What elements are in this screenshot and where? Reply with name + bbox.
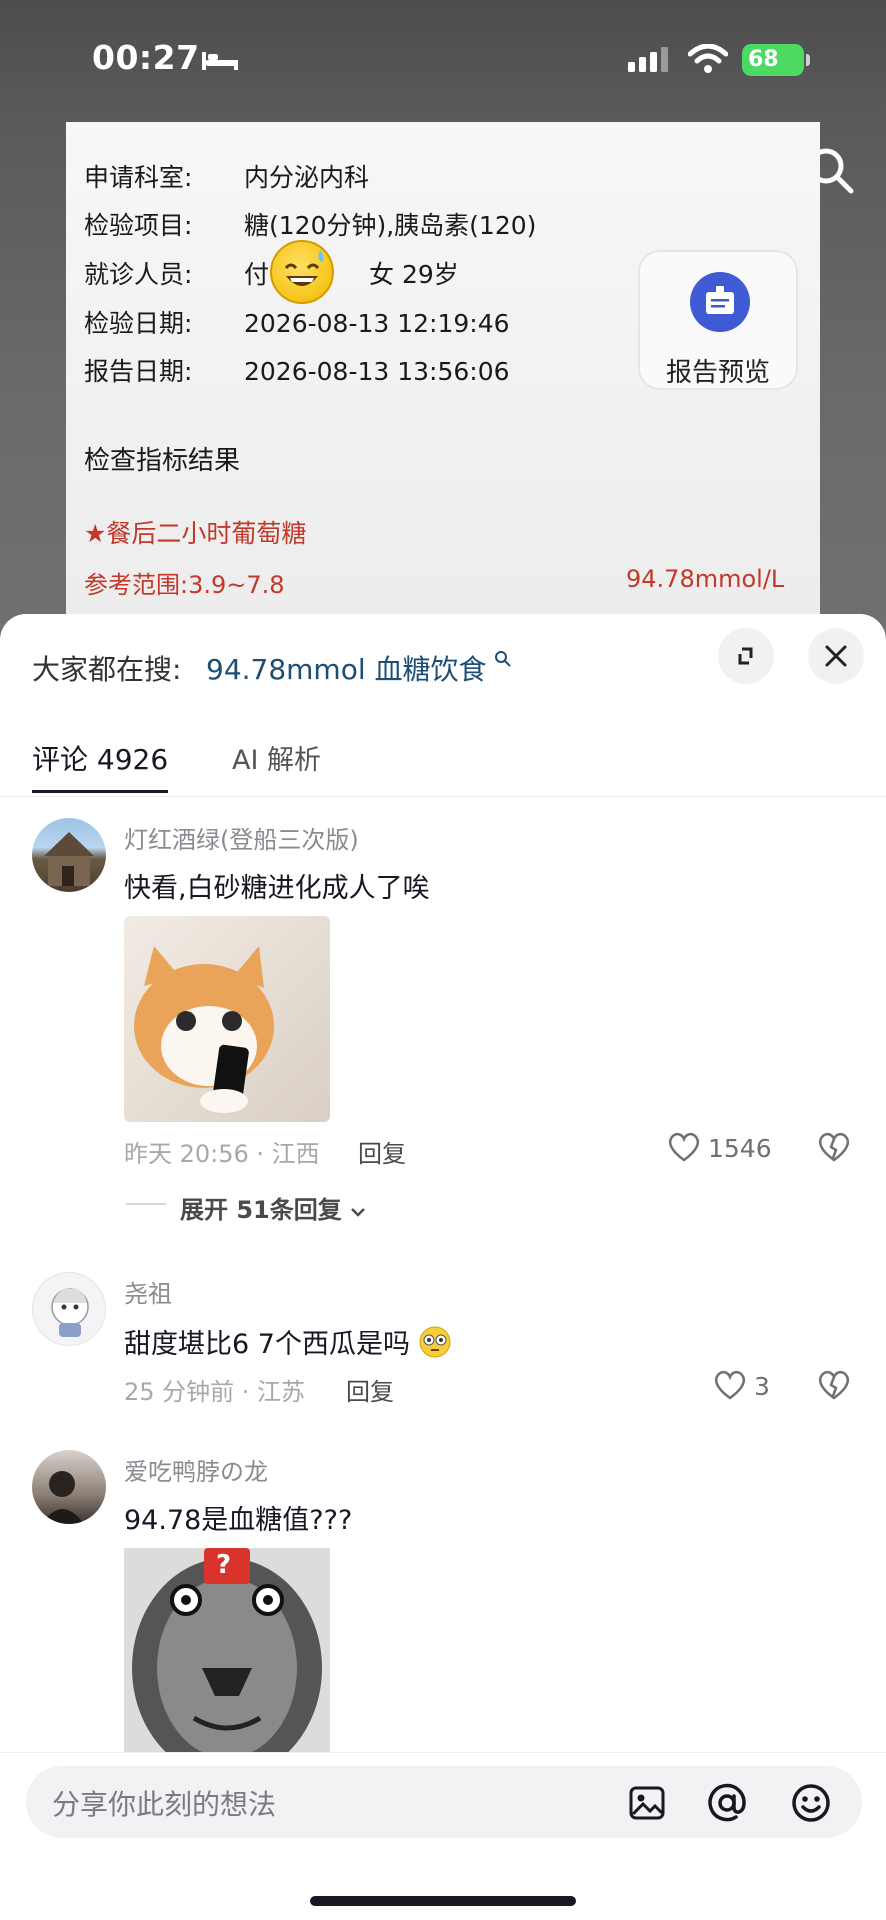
chevron-down-icon <box>351 1208 366 1217</box>
report-label: 报告日期: <box>84 357 193 386</box>
avatar[interactable] <box>32 1272 106 1346</box>
wifi-icon <box>688 44 728 73</box>
comment-image-cat[interactable] <box>124 916 330 1122</box>
report-label: 检验项目: <box>84 211 193 240</box>
home-indicator <box>310 1896 576 1906</box>
comment-author[interactable]: 尧祖 <box>124 1274 172 1309</box>
avatar[interactable] <box>32 818 106 892</box>
search-icon <box>495 651 511 667</box>
report-label: 申请科室: <box>84 163 193 192</box>
active-tab-underline <box>32 790 168 793</box>
comment-text-content: 甜度堪比6 7个西瓜是吗 <box>124 1329 410 1360</box>
expand-replies-button[interactable]: 展开 51条回复 <box>180 1190 366 1225</box>
report-label: 就诊人员: <box>84 260 193 289</box>
comment-text: 快看,白砂糖进化成人了唉 <box>124 873 430 904</box>
report-row-report-date: 报告日期: 2026-08-13 13:56:06 <box>84 352 510 388</box>
flushed-face-emoji-icon <box>419 1326 451 1358</box>
result-item-name: ★餐后二小时葡萄糖 <box>84 519 307 548</box>
emoji-picker-icon[interactable] <box>790 1782 832 1824</box>
expand-sheet-button[interactable] <box>718 628 774 684</box>
report-label: 检验日期: <box>84 309 193 338</box>
tabs-divider <box>0 796 886 797</box>
expand-icon <box>738 647 753 665</box>
question-badge: ? <box>216 1550 232 1580</box>
report-value: 内分泌内科 <box>244 163 370 192</box>
report-preview-label: 报告预览 <box>665 358 770 388</box>
tab-comments[interactable]: 评论 4926 <box>32 738 168 778</box>
house-avatar-icon <box>44 832 94 886</box>
result-reference-range: 参考范围:3.9~7.8 <box>84 571 285 599</box>
result-value: 94.78mmol/L <box>626 565 785 593</box>
comment-image-lion[interactable]: ? <box>124 1548 330 1752</box>
results-section-title: 检查指标结果 <box>84 446 241 476</box>
report-row-test-date: 检验日期: 2026-08-13 12:19:46 <box>84 304 510 340</box>
dislike-broken-heart-icon[interactable] <box>816 1368 852 1402</box>
comment-time-location: 昨天 20:56 · 江西 <box>124 1140 320 1168</box>
expand-replies-label: 展开 51条回复 <box>180 1196 342 1224</box>
close-icon <box>825 645 847 667</box>
report-row-department: 申请科室: 内分泌内科 <box>84 158 369 194</box>
heart-icon[interactable] <box>712 1368 748 1402</box>
reply-button[interactable]: 回复 <box>358 1134 406 1169</box>
battery-tip <box>806 54 810 66</box>
like-count: 3 <box>754 1372 770 1401</box>
cellular-signal-icon <box>628 47 668 72</box>
report-preview-icon <box>690 272 750 332</box>
status-time: 00:27 <box>92 38 200 77</box>
hot-search-query[interactable]: 94.78mmol 血糖饮食 <box>206 648 487 688</box>
comment-time-location: 25 分钟前 · 江苏 <box>124 1378 306 1406</box>
emoji-face-icon <box>284 250 324 286</box>
patient-gender-age: 女 29岁 <box>369 260 459 289</box>
expand-divider <box>126 1203 166 1205</box>
sleep-focus-icon <box>202 52 238 70</box>
report-row-test-items: 检验项目: 糖(120分钟),胰岛素(120) <box>84 206 536 242</box>
dislike-broken-heart-icon[interactable] <box>816 1130 852 1164</box>
heart-icon[interactable] <box>666 1130 702 1164</box>
report-value: 2026-08-13 12:19:46 <box>244 309 510 338</box>
comment-author[interactable]: 爱吃鸭脖の龙 <box>124 1452 268 1487</box>
tab-ai-analysis[interactable]: AI 解析 <box>232 738 321 777</box>
close-sheet-button[interactable] <box>808 628 864 684</box>
battery-indicator: 68 <box>742 44 804 76</box>
cartoon-avatar-icon <box>51 1288 89 1337</box>
person-avatar-icon <box>42 1471 84 1524</box>
cat-with-phone-image <box>134 946 274 1113</box>
avatar[interactable] <box>32 1450 106 1524</box>
report-value: 糖(120分钟),胰岛素(120) <box>244 211 537 240</box>
report-value: 2026-08-13 13:56:06 <box>244 357 510 386</box>
like-count: 1546 <box>708 1134 772 1163</box>
image-picker-icon[interactable] <box>628 1784 666 1822</box>
reply-button[interactable]: 回复 <box>346 1372 394 1407</box>
comment-input-placeholder: 分享你此刻的想法 <box>52 1788 277 1821</box>
patient-surname: 付 <box>244 260 270 289</box>
comment-author[interactable]: 灯红酒绿(登船三次版) <box>124 820 359 855</box>
sweat-smile-emoji-sticker <box>270 240 334 304</box>
hot-search-prefix: 大家都在搜: <box>32 653 182 686</box>
comment-text: 94.78是血糖值??? <box>124 1505 353 1536</box>
mention-at-icon[interactable] <box>706 1782 748 1824</box>
comment-text: 甜度堪比6 7个西瓜是吗 <box>124 1322 451 1361</box>
